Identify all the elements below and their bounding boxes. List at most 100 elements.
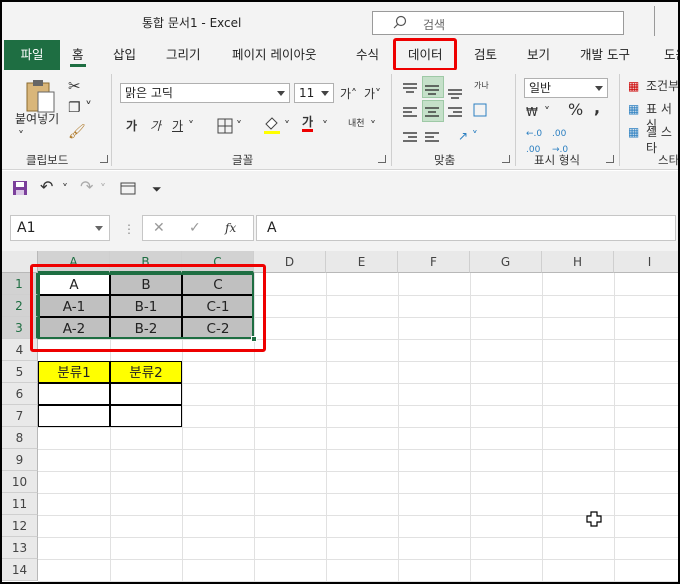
border-dropdown-icon[interactable]: ˅	[236, 118, 242, 134]
row-header-13[interactable]: 13	[2, 537, 38, 559]
tab-file[interactable]: 파일	[4, 40, 60, 70]
comma-button[interactable]: ,	[594, 100, 600, 116]
font-size-select[interactable]: 11	[294, 83, 334, 103]
ribbon-separator	[619, 74, 620, 166]
cell-cursor-icon	[586, 511, 602, 527]
row-header-10[interactable]: 10	[2, 471, 38, 493]
save-icon[interactable]	[12, 180, 28, 196]
font-name-select[interactable]: 맑은 고딕	[120, 83, 290, 103]
insert-function-icon[interactable]: fx	[225, 220, 236, 236]
column-header-e[interactable]: E	[326, 251, 398, 273]
shrink-font-icon[interactable]: 가˅	[364, 86, 381, 102]
excel-window: 통합 문서1 - Excel 검색 파일 홈 삽입 그리기 페이지 레이아웃 수…	[0, 0, 680, 584]
gridline	[38, 581, 678, 582]
window-title: 통합 문서1 - Excel	[142, 16, 242, 30]
search-box[interactable]: 검색	[372, 11, 624, 35]
format-painter-icon[interactable]: 🖌	[68, 124, 86, 140]
orientation-icon[interactable]: ↗ ˅	[458, 128, 478, 144]
tab-help[interactable]: 도움	[664, 40, 678, 70]
gridline	[38, 427, 678, 428]
gridline	[38, 471, 678, 472]
undo-dropdown-icon[interactable]: ˅	[62, 181, 68, 197]
currency-dropdown-icon[interactable]: ˅	[544, 104, 550, 120]
gridline	[38, 537, 678, 538]
cell-a7[interactable]	[38, 405, 110, 427]
alignment-launcher-icon[interactable]	[502, 155, 510, 163]
currency-icon[interactable]: ₩	[526, 104, 538, 120]
formula-input[interactable]: A	[256, 215, 676, 241]
conditional-format-label[interactable]: 조건부	[646, 78, 678, 94]
font-color-icon[interactable]: 가	[302, 115, 314, 132]
paste-icon[interactable]	[24, 78, 58, 114]
cell-a5[interactable]: 분류1	[38, 361, 110, 383]
row-header-11[interactable]: 11	[2, 493, 38, 515]
column-header-f[interactable]: F	[398, 251, 470, 273]
tab-page-layout[interactable]: 페이지 레이아웃	[232, 40, 316, 70]
tab-home[interactable]: 홈	[70, 40, 85, 70]
cell-styles-icon[interactable]: ▦	[628, 124, 639, 140]
row-header-14[interactable]: 14	[2, 559, 38, 581]
redo-dropdown-icon[interactable]: ˅	[100, 181, 106, 197]
name-box[interactable]: A1	[10, 215, 110, 241]
column-header-h[interactable]: H	[542, 251, 614, 273]
column-header-g[interactable]: G	[470, 251, 542, 273]
formula-buttons: ✕ ✓ fx	[142, 215, 254, 241]
clipboard-launcher-icon[interactable]	[100, 155, 108, 163]
cell-a6[interactable]	[38, 383, 110, 405]
tab-view[interactable]: 보기	[527, 40, 550, 70]
underline-dropdown-icon[interactable]: ˅	[188, 118, 194, 134]
cancel-icon[interactable]: ✕	[153, 220, 165, 236]
row-header-5[interactable]: 5	[2, 361, 38, 383]
phonetic-icon[interactable]: 내천	[348, 116, 365, 132]
paste-label[interactable]: 붙여넣기	[15, 111, 59, 127]
cut-icon[interactable]: ✂	[68, 78, 81, 94]
fill-color-icon[interactable]	[262, 115, 282, 135]
fill-color-dropdown-icon[interactable]: ˅	[284, 118, 290, 134]
border-icon[interactable]	[216, 117, 234, 135]
row-header-9[interactable]: 9	[2, 449, 38, 471]
grow-font-icon[interactable]: 가˄	[340, 86, 357, 102]
paste-dropdown-icon[interactable]: ˅	[18, 128, 24, 144]
tab-developer[interactable]: 개발 도구	[580, 40, 630, 70]
ribbon-separator	[515, 74, 516, 166]
bold-button[interactable]: 가	[126, 118, 137, 134]
number-group-label: 표시 형식	[534, 153, 580, 167]
tab-review[interactable]: 검토	[474, 40, 497, 70]
font-color-dropdown-icon[interactable]: ˅	[322, 118, 328, 134]
clipboard-group-label: 클립보드	[26, 153, 69, 167]
undo-icon[interactable]: ↶	[40, 179, 53, 195]
ribbon-separator	[111, 74, 112, 166]
cell-b7[interactable]	[110, 405, 182, 427]
row-header-7[interactable]: 7	[2, 405, 38, 427]
tab-draw[interactable]: 그리기	[166, 40, 201, 70]
cell-b5[interactable]: 분류2	[110, 361, 182, 383]
tab-insert[interactable]: 삽입	[113, 40, 136, 70]
ribbon-separator	[391, 74, 392, 166]
font-group-label: 글꼴	[232, 153, 254, 167]
redo-icon[interactable]: ↷	[80, 179, 93, 195]
tab-formulas[interactable]: 수식	[356, 40, 379, 70]
copy-icon[interactable]: ❐ ˅	[68, 100, 92, 116]
font-launcher-icon[interactable]	[378, 155, 386, 163]
cell-b6[interactable]	[110, 383, 182, 405]
number-format-select[interactable]: 일반	[524, 78, 608, 98]
percent-button[interactable]: %	[568, 102, 583, 118]
row-header-8[interactable]: 8	[2, 427, 38, 449]
text-wrap-icon[interactable]: 가나	[474, 78, 489, 94]
ribbon-tabs: 파일 홈 삽입 그리기 페이지 레이아웃 수식 데이터 검토 보기 개발 도구 …	[2, 40, 678, 70]
open-folder-icon[interactable]	[120, 181, 136, 195]
row-header-6[interactable]: 6	[2, 383, 38, 405]
conditional-format-icon[interactable]: ▦	[628, 78, 639, 94]
table-format-icon[interactable]: ▦	[628, 101, 639, 117]
phonetic-dropdown-icon[interactable]: ˅	[370, 118, 376, 134]
number-launcher-icon[interactable]	[606, 155, 614, 163]
customize-qat-icon[interactable]: ⏷	[152, 181, 162, 197]
quick-access-toolbar: ↶ ˅ ↷ ˅ ⏷	[2, 171, 678, 207]
range-highlight	[30, 264, 266, 352]
underline-button[interactable]: 가	[172, 118, 183, 134]
column-header-i[interactable]: I	[614, 251, 678, 273]
alignment-group-label: 맞춤	[434, 153, 456, 167]
row-header-12[interactable]: 12	[2, 515, 38, 537]
enter-icon[interactable]: ✓	[189, 220, 201, 236]
italic-button[interactable]: 가	[150, 118, 161, 134]
